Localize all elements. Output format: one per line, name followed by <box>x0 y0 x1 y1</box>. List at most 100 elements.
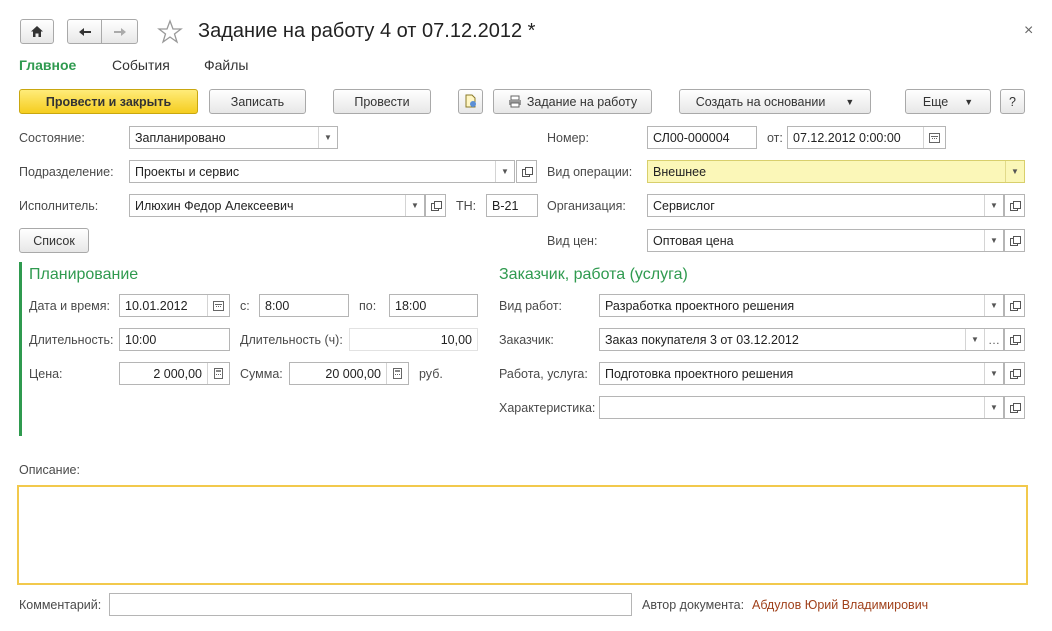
help-button[interactable]: ? <box>1000 89 1025 114</box>
calculator-icon[interactable] <box>386 363 408 384</box>
price-type-field[interactable]: Оптовая цена ▼ <box>647 229 1004 252</box>
tab-main[interactable]: Главное <box>19 57 76 73</box>
work-open-button[interactable] <box>1004 362 1025 385</box>
state-select[interactable]: Запланировано ▼ <box>129 126 338 149</box>
work-label: Работа, услуга: <box>499 367 588 381</box>
characteristic-label: Характеристика: <box>499 401 596 415</box>
arrow-right-icon <box>113 27 126 36</box>
print-task-button[interactable]: Задание на работу <box>493 89 652 114</box>
executor-open-button[interactable] <box>425 194 446 217</box>
work-type-label: Вид работ: <box>499 299 563 313</box>
list-button[interactable]: Список <box>19 228 89 253</box>
organization-open-button[interactable] <box>1004 194 1025 217</box>
sum-field[interactable]: 20 000,00 <box>289 362 409 385</box>
customer-label: Заказчик: <box>499 333 554 347</box>
open-icon <box>1009 201 1021 211</box>
description-textarea[interactable] <box>17 485 1028 585</box>
chevron-down-icon[interactable]: ▼ <box>965 329 984 350</box>
planning-date-field[interactable]: 10.01.2012 <box>119 294 230 317</box>
department-field[interactable]: Проекты и сервис ▼ <box>129 160 515 183</box>
chevron-down-icon[interactable]: ▼ <box>984 195 1003 216</box>
tab-files[interactable]: Файлы <box>204 57 248 73</box>
document-date-field[interactable]: 07.12.2012 0:00:00 <box>787 126 946 149</box>
planning-title: Планирование <box>29 266 139 283</box>
work-type-field[interactable]: Разработка проектного решения ▼ <box>599 294 1004 317</box>
operation-select[interactable]: Внешнее ▼ <box>647 160 1025 183</box>
home-button[interactable] <box>20 19 54 44</box>
comment-field[interactable] <box>109 593 632 616</box>
organization-label: Организация: <box>547 199 626 213</box>
author-link[interactable]: Абдулов Юрий Владимирович <box>752 598 928 613</box>
time-to-field[interactable]: 18:00 <box>389 294 478 317</box>
close-icon[interactable]: × <box>1024 22 1033 40</box>
window-title: Задание на работу 4 от 07.12.2012 * <box>198 20 536 42</box>
more-label: Еще <box>922 94 949 109</box>
customer-open-button[interactable] <box>1004 328 1025 351</box>
duration-field[interactable]: 10:00 <box>119 328 230 351</box>
department-open-button[interactable] <box>516 160 537 183</box>
number-field[interactable]: СЛ00-000004 <box>647 126 757 149</box>
chevron-down-icon[interactable]: ▼ <box>1005 161 1024 182</box>
chevron-down-icon[interactable]: ▼ <box>984 397 1003 418</box>
tn-label: ТН: <box>456 199 477 213</box>
chevron-down-icon[interactable]: ▼ <box>405 195 424 216</box>
tab-events[interactable]: События <box>112 57 170 73</box>
description-label: Описание: <box>19 463 80 477</box>
planning-group-border <box>19 262 22 436</box>
printer-icon <box>508 95 521 108</box>
chevron-down-icon: ▼ <box>845 96 855 107</box>
organization-field[interactable]: Сервислог ▼ <box>647 194 1004 217</box>
back-button[interactable] <box>67 19 102 44</box>
post-button[interactable]: Провести <box>333 89 431 114</box>
chevron-down-icon: ▼ <box>964 96 974 107</box>
duration-label: Длительность: <box>29 333 114 347</box>
characteristic-field[interactable]: ▼ <box>599 396 1004 419</box>
from-label: от: <box>767 131 783 145</box>
work-field[interactable]: Подготовка проектного решения ▼ <box>599 362 1004 385</box>
open-icon <box>521 167 533 177</box>
executor-field[interactable]: Илюхин Федор Алексеевич ▼ <box>129 194 425 217</box>
open-icon <box>430 201 442 211</box>
ellipsis-icon[interactable]: … <box>984 329 1003 350</box>
time-to-label: по: <box>359 299 377 313</box>
calculator-icon[interactable] <box>207 363 229 384</box>
open-icon <box>1009 403 1021 413</box>
time-from-field[interactable]: 8:00 <box>259 294 349 317</box>
sum-label: Сумма: <box>240 367 283 381</box>
attach-file-button[interactable] <box>458 89 483 114</box>
open-icon <box>1009 335 1021 345</box>
price-label: Цена: <box>29 367 63 381</box>
price-type-open-button[interactable] <box>1004 229 1025 252</box>
save-button[interactable]: Записать <box>209 89 306 114</box>
document-clip-icon <box>465 94 476 108</box>
datetime-label: Дата и время: <box>29 299 110 313</box>
favorite-star-icon[interactable] <box>157 19 183 45</box>
chevron-down-icon[interactable]: ▼ <box>318 127 337 148</box>
price-type-label: Вид цен: <box>547 234 598 248</box>
forward-button[interactable] <box>101 19 138 44</box>
state-label: Состояние: <box>19 131 85 145</box>
author-label: Автор документа: <box>642 598 745 612</box>
calendar-icon[interactable] <box>923 127 945 148</box>
home-icon <box>31 26 43 37</box>
department-label: Подразделение: <box>19 165 114 179</box>
create-based-on-button[interactable]: Создать на основании ▼ <box>679 89 871 114</box>
tn-field[interactable]: В-21 <box>486 194 538 217</box>
price-field[interactable]: 2 000,00 <box>119 362 230 385</box>
customer-field[interactable]: Заказ покупателя 3 от 03.12.2012 ▼ … <box>599 328 1004 351</box>
chevron-down-icon[interactable]: ▼ <box>984 295 1003 316</box>
executor-label: Исполнитель: <box>19 199 99 213</box>
comment-label: Комментарий: <box>19 598 102 612</box>
open-icon <box>1009 301 1021 311</box>
post-and-close-button[interactable]: Провести и закрыть <box>19 89 198 114</box>
more-button[interactable]: Еще ▼ <box>905 89 991 114</box>
calendar-icon[interactable] <box>207 295 229 316</box>
work-type-open-button[interactable] <box>1004 294 1025 317</box>
chevron-down-icon[interactable]: ▼ <box>495 161 514 182</box>
chevron-down-icon[interactable]: ▼ <box>984 363 1003 384</box>
customer-title: Заказчик, работа (услуга) <box>499 266 688 283</box>
number-label: Номер: <box>547 131 589 145</box>
chevron-down-icon[interactable]: ▼ <box>984 230 1003 251</box>
characteristic-open-button[interactable] <box>1004 396 1025 419</box>
open-icon <box>1009 236 1021 246</box>
